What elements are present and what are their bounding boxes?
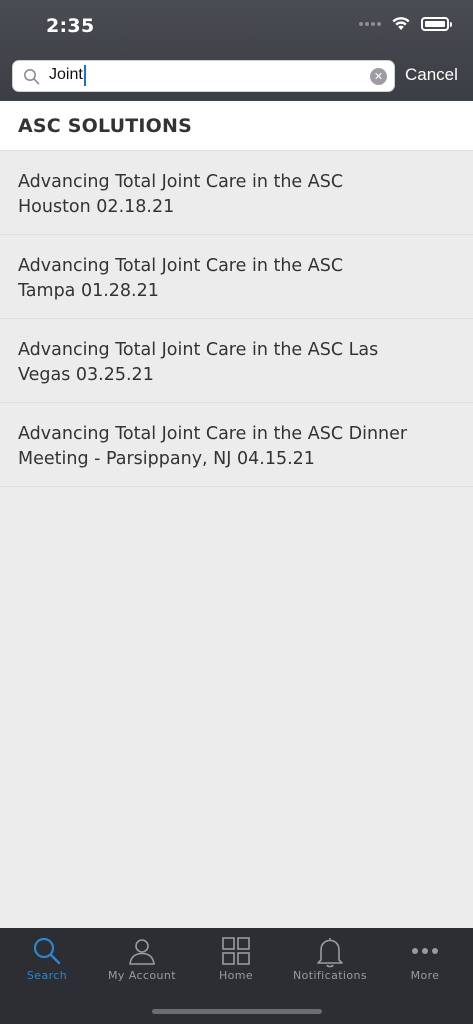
tab-label: Home [218, 969, 254, 982]
tab-label: My Account [108, 969, 176, 982]
screen: 2:35 Joint ✕ Cancel ASC SOLUTIONS Advanc… [0, 0, 473, 1024]
tab-home[interactable]: Home [189, 928, 283, 992]
wifi-icon [392, 17, 410, 30]
item-title-line2: Meeting - Parsippany, NJ 04.15.21 [18, 449, 315, 469]
list-item[interactable]: Advancing Total Joint Care in the ASC La… [0, 319, 473, 403]
magnifier-icon [24, 69, 40, 85]
status-icons [359, 16, 452, 31]
signal-icon [359, 21, 381, 26]
top-bar: 2:35 Joint ✕ Cancel [0, 0, 473, 101]
tab-more[interactable]: More [378, 928, 472, 992]
bell-icon [317, 937, 343, 968]
search-field[interactable]: Joint ✕ [12, 60, 395, 92]
tab-label: More [410, 969, 440, 982]
grid-icon [222, 937, 250, 965]
tab-notifications[interactable]: Notifications [283, 928, 377, 992]
item-title-line1: Advancing Total Joint Care in the ASC [18, 256, 344, 276]
cancel-button[interactable]: Cancel [405, 65, 458, 85]
person-icon [129, 939, 155, 965]
item-title-line2: Houston 02.18.21 [18, 197, 175, 217]
results-list: Advancing Total Joint Care in the ASC Ho… [0, 151, 473, 487]
search-input[interactable]: Joint [49, 66, 83, 84]
item-title-line1: Advancing Total Joint Care in the ASC La… [18, 340, 379, 360]
list-item[interactable]: Advancing Total Joint Care in the ASC Ho… [0, 151, 473, 235]
battery-icon [421, 16, 452, 31]
home-indicator [152, 1009, 322, 1014]
search-icon [33, 937, 61, 965]
item-title-line1: Advancing Total Joint Care in the ASC Di… [18, 424, 408, 444]
item-title-line1: Advancing Total Joint Care in the ASC [18, 172, 344, 192]
tab-search[interactable]: Search [0, 928, 94, 992]
clear-icon[interactable]: ✕ [370, 68, 387, 85]
tab-label: Notifications [292, 969, 368, 982]
section-title: ASC SOLUTIONS [18, 115, 193, 137]
list-item[interactable]: Advancing Total Joint Care in the ASC Di… [0, 403, 473, 487]
section-header: ASC SOLUTIONS [0, 101, 473, 151]
item-title-line2: Tampa 01.28.21 [18, 281, 159, 301]
tab-my-account[interactable]: My Account [95, 928, 189, 992]
text-caret [84, 65, 86, 86]
item-title-line2: Vegas 03.25.21 [18, 365, 154, 385]
list-item[interactable]: Advancing Total Joint Care in the ASC Ta… [0, 235, 473, 319]
more-dots-icon [412, 948, 438, 954]
status-time: 2:35 [46, 15, 95, 37]
tab-label: Search [26, 969, 68, 982]
